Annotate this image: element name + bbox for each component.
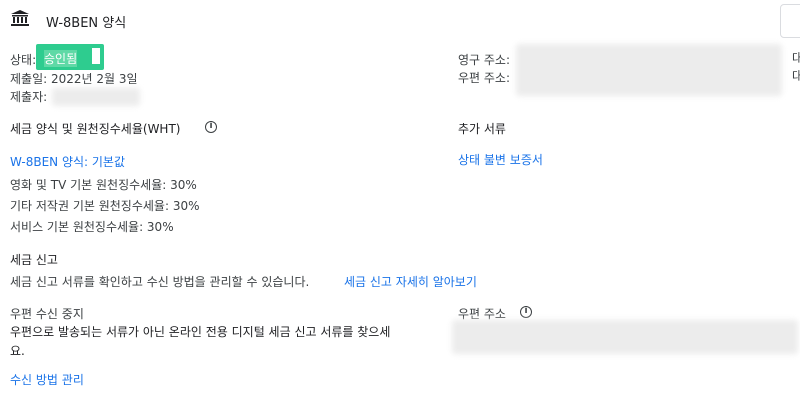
w8ben-default-link[interactable]: W-8BEN 양식: 기본값: [10, 153, 125, 170]
status-value: 승인됨: [44, 50, 78, 67]
bank-icon: [10, 9, 30, 30]
tax-reporting-heading: 세금 신고: [10, 253, 58, 267]
additional-docs-heading: 추가 서류: [458, 122, 506, 136]
redacted-mail-address: [452, 320, 798, 354]
redacted-submitter: [52, 88, 140, 106]
wht-rate-services: 서비스 기본 원천징수세율: 30%: [10, 220, 174, 234]
header-action-button[interactable]: [780, 4, 800, 38]
paperless-description-line1: 우편으로 발송되는 서류가 아닌 온라인 전용 디지털 세금 신고 서류를 찾으…: [10, 325, 391, 339]
tax-reporting-learn-more-link[interactable]: 세금 신고 자세히 알아보기: [344, 273, 477, 290]
redacted-address: [516, 44, 782, 96]
paperless-heading: 우편 수신 중지: [10, 307, 84, 321]
info-icon[interactable]: i: [520, 306, 532, 318]
address-overflow-2: 대: [792, 69, 800, 83]
submitter-label: 제출자:: [10, 90, 48, 104]
info-icon[interactable]: i: [205, 121, 217, 133]
mailing-address-label: 우편 주소:: [458, 71, 511, 85]
paperless-description-line2: 요.: [10, 344, 25, 358]
status-statement-link[interactable]: 상태 불변 보증서: [458, 151, 543, 168]
address-overflow-1: 대: [792, 51, 800, 65]
page-title: W-8BEN 양식: [46, 16, 127, 31]
status-label: 상태:: [10, 53, 37, 67]
permanent-address-label: 영구 주소:: [458, 53, 511, 67]
status-badge: 승인됨: [36, 44, 104, 70]
tax-reporting-description: 세금 신고 서류를 확인하고 수신 방법을 관리할 수 있습니다.: [10, 275, 310, 289]
tax-form-heading: 세금 양식 및 원천징수세율(WHT): [10, 122, 181, 136]
submitted-date: 제출일: 2022년 2월 3일: [10, 72, 138, 86]
wht-rate-film-tv: 영화 및 TV 기본 원천징수세율: 30%: [10, 178, 197, 192]
wht-rate-copyright: 기타 저작권 기본 원천징수세율: 30%: [10, 199, 200, 213]
manage-delivery-link[interactable]: 수신 방법 관리: [10, 371, 84, 388]
